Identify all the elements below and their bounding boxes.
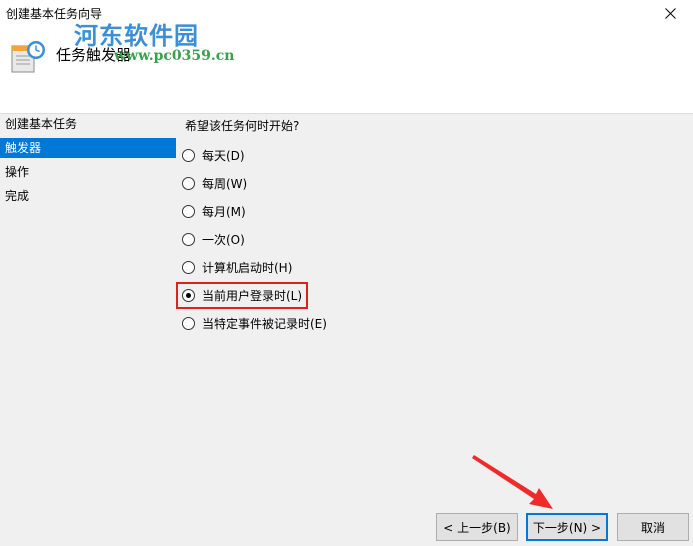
radio-label: 每天(D): [202, 148, 245, 163]
watermark-url: www.pc0359.cn: [114, 48, 235, 64]
nav-item-action[interactable]: 操作: [0, 162, 176, 182]
annotation-highlight-box: [176, 282, 308, 309]
watermark-name: 河东软件园: [74, 21, 199, 50]
radio-label: 一次(O): [202, 232, 245, 247]
nav-item-finish[interactable]: 完成: [0, 186, 176, 206]
radio-daily[interactable]: 每天(D): [182, 145, 245, 165]
radio-button[interactable]: [182, 232, 195, 246]
radio-button[interactable]: [182, 176, 195, 190]
close-icon: [664, 7, 676, 19]
radio-button[interactable]: [182, 260, 195, 274]
radio-monthly[interactable]: 每月(M): [182, 201, 246, 221]
task-wizard-window: 创建基本任务向导 任务触发器 河东软件园 www.pc0359.cn 创建基本任…: [0, 0, 693, 546]
nav-item-create-basic-task[interactable]: 创建基本任务: [0, 114, 176, 134]
wizard-header: 任务触发器 河东软件园 www.pc0359.cn: [0, 21, 693, 114]
radio-once[interactable]: 一次(O): [182, 229, 245, 249]
site-watermark: 河东软件园 www.pc0359.cn: [36, 16, 246, 68]
radio-label: 每月(M): [202, 204, 246, 219]
cancel-button[interactable]: 取消: [617, 513, 689, 541]
radio-on-event[interactable]: 当特定事件被记录时(E): [182, 313, 327, 333]
next-button[interactable]: 下一步(N) >: [526, 513, 608, 541]
trigger-question: 希望该任务何时开始?: [185, 119, 300, 133]
back-button[interactable]: < 上一步(B): [436, 513, 518, 541]
radio-at-startup[interactable]: 计算机启动时(H): [182, 257, 292, 277]
radio-weekly[interactable]: 每周(W): [182, 173, 247, 193]
radio-button[interactable]: [182, 204, 195, 218]
nav-item-trigger[interactable]: 触发器: [0, 138, 176, 158]
radio-label: 当特定事件被记录时(E): [202, 316, 327, 331]
wizard-step-nav: 创建基本任务 触发器 操作 完成: [0, 114, 176, 514]
annotation-arrow-icon: [472, 455, 553, 509]
close-button[interactable]: [647, 0, 693, 26]
radio-button[interactable]: [182, 316, 195, 330]
radio-button[interactable]: [182, 148, 195, 162]
radio-label: 每周(W): [202, 176, 248, 191]
radio-label: 计算机启动时(H): [202, 260, 293, 275]
